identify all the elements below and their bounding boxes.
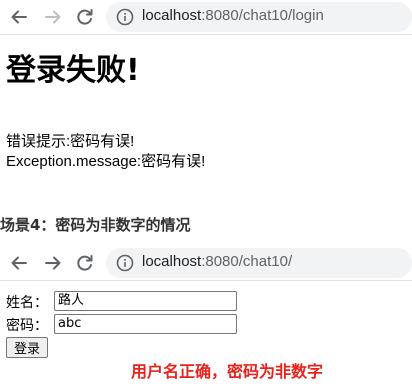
info-icon[interactable] bbox=[116, 8, 134, 26]
forward-arrow-icon[interactable] bbox=[42, 6, 64, 28]
top-browser-toolbar: localhost:8080/chat10/login bbox=[0, 0, 412, 35]
reload-icon[interactable] bbox=[74, 6, 96, 28]
address-url: localhost:8080/chat10/ bbox=[142, 253, 292, 270]
annotation-text: 用户名正确，密码为非数字 bbox=[131, 362, 324, 381]
login-button[interactable]: 登录 bbox=[6, 337, 48, 358]
password-label: 密码： bbox=[6, 318, 48, 334]
url-path: :8080/chat10/ bbox=[201, 253, 293, 270]
error-hint-text: 错误提示:密码有误! bbox=[6, 133, 135, 150]
back-arrow-icon[interactable] bbox=[8, 252, 30, 274]
password-input[interactable] bbox=[54, 314, 237, 334]
address-bar[interactable]: localhost:8080/chat10/login bbox=[106, 2, 412, 32]
bottom-browser-toolbar: localhost:8080/chat10/ bbox=[0, 246, 412, 281]
address-bar[interactable]: localhost:8080/chat10/ bbox=[106, 248, 412, 278]
username-label: 姓名： bbox=[6, 295, 48, 311]
username-input[interactable] bbox=[54, 291, 237, 311]
exception-message-text: Exception.message:密码有误! bbox=[6, 153, 206, 170]
url-host: localhost bbox=[142, 7, 202, 24]
forward-arrow-icon[interactable] bbox=[42, 252, 64, 274]
back-arrow-icon[interactable] bbox=[8, 6, 30, 28]
url-host: localhost bbox=[142, 253, 202, 270]
reload-icon[interactable] bbox=[74, 252, 96, 274]
page-heading: 登录失败! bbox=[6, 53, 140, 88]
info-icon[interactable] bbox=[116, 254, 134, 272]
scene-title: 场景4：密码为非数字的情况 bbox=[0, 216, 191, 234]
address-url: localhost:8080/chat10/login bbox=[142, 7, 324, 24]
url-path: :8080/chat10/login bbox=[201, 7, 324, 24]
